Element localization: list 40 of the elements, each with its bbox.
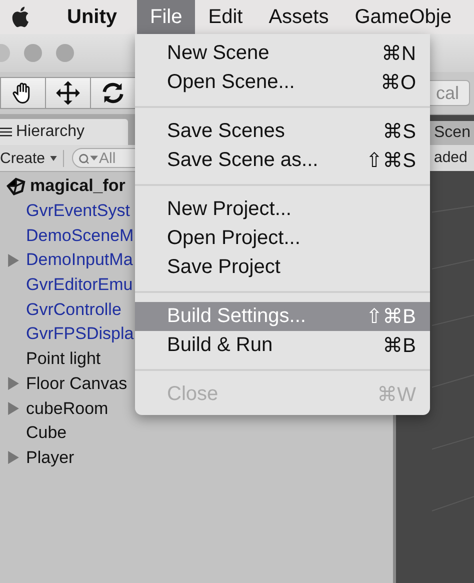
create-dropdown[interactable]: Create bbox=[0, 150, 64, 166]
rotate-tool-button[interactable] bbox=[90, 77, 136, 109]
menu-bar-item[interactable]: Assets bbox=[256, 0, 342, 34]
hierarchy-item[interactable]: cubeRoom bbox=[26, 398, 108, 419]
hand-tool-button[interactable] bbox=[0, 77, 46, 109]
window-control-icon[interactable] bbox=[56, 44, 74, 62]
hierarchy-item[interactable]: Player bbox=[26, 448, 74, 468]
hierarchy-item[interactable]: GvrControlle bbox=[26, 300, 122, 320]
menu-bar-item[interactable]: GameObje bbox=[342, 0, 464, 34]
hierarchy-item[interactable]: DemoInputMa bbox=[26, 250, 133, 270]
menu-icon bbox=[0, 127, 12, 137]
caret-icon bbox=[50, 156, 58, 160]
expand-arrow-icon[interactable] bbox=[8, 451, 18, 464]
hierarchy-item[interactable]: GvrEditorEmu bbox=[26, 275, 133, 296]
menu-bar-item[interactable]: Edit bbox=[195, 0, 256, 34]
menu-item[interactable]: Save Project bbox=[135, 253, 430, 282]
hierarchy-item[interactable]: GvrEventSyst bbox=[26, 201, 130, 222]
menu-bar-item[interactable]: Unity bbox=[54, 0, 137, 34]
unity-logo-icon bbox=[6, 176, 26, 196]
move-tool-button[interactable] bbox=[45, 77, 91, 109]
hierarchy-item[interactable]: Floor Canvas bbox=[26, 374, 128, 394]
window-control-icon[interactable] bbox=[24, 44, 42, 62]
rotate-icon bbox=[100, 80, 126, 106]
search-icon bbox=[78, 153, 98, 164]
menu-bar-item[interactable]: File bbox=[137, 0, 196, 34]
scene-name[interactable]: magical_for bbox=[30, 176, 126, 196]
menu-item[interactable]: Save Scene as... ⇧⌘S bbox=[135, 146, 430, 175]
move-arrows-icon bbox=[55, 80, 81, 106]
expand-arrow-icon[interactable] bbox=[8, 377, 18, 390]
scene-status-text: aded bbox=[434, 149, 468, 166]
hierarchy-item[interactable]: Point light bbox=[26, 349, 101, 370]
expand-arrow-icon[interactable] bbox=[8, 402, 18, 416]
menu-item[interactable]: Open Project... bbox=[135, 224, 430, 253]
menu-item[interactable]: Build & Run ⌘B bbox=[135, 331, 430, 360]
expand-arrow-icon[interactable] bbox=[8, 254, 18, 267]
menu-item[interactable]: New Project... bbox=[135, 195, 430, 224]
hierarchy-item[interactable]: Cube bbox=[26, 423, 67, 444]
hierarchy-tab[interactable]: Hierarchy bbox=[0, 119, 128, 145]
hierarchy-item[interactable]: GvrFPSDispla bbox=[26, 324, 134, 344]
hierarchy-item[interactable]: DemoSceneM bbox=[26, 226, 134, 246]
